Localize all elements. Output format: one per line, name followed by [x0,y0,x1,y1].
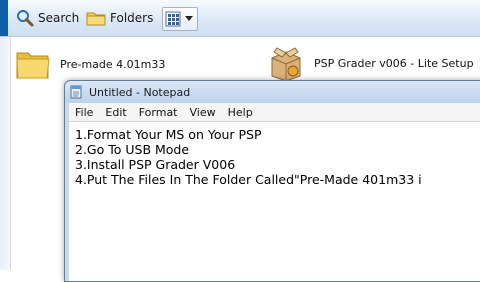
notepad-titlebar[interactable]: Untitled - Notepad [65,81,480,103]
file-item-premade-folder[interactable]: Pre-made 4.01m33 [16,48,165,80]
folders-button[interactable]: Folders [86,7,153,29]
menu-format[interactable]: Format [133,106,184,119]
window-title: Untitled - Notepad [89,85,191,99]
menu-help[interactable]: Help [222,106,259,119]
text-line: 4.Put The Files In The Folder Called"Pre… [75,172,422,187]
folders-label: Folders [110,11,154,25]
menu-view[interactable]: View [184,106,222,119]
file-name: Pre-made 4.01m33 [60,57,166,71]
chevron-down-icon [185,16,193,21]
menu-file[interactable]: File [69,106,99,119]
notepad-icon [70,85,82,99]
text-line: 3.Install PSP Grader V006 [75,157,236,172]
search-label: Search [38,11,80,25]
file-name: PSP Grader v006 - Lite Setup [314,56,474,70]
explorer-toolbar: Search Folders [0,0,480,37]
installer-icon [271,47,301,82]
notepad-text-area[interactable]: 1.Format Your MS on Your PSP 2.Go To USB … [69,122,480,281]
file-item-setup[interactable]: PSP Grader v006 - Lite Setup [268,44,474,82]
navigation-pane [0,37,11,270]
folder-icon [16,52,50,79]
search-icon [17,10,34,27]
views-button[interactable] [162,7,198,31]
notepad-menubar: File Edit Format View Help [69,103,480,122]
notepad-window: Untitled - Notepad File Edit Format View… [64,80,480,282]
toolbar-edge [0,0,8,36]
folder-icon [86,12,106,26]
text-line: 2.Go To USB Mode [75,142,190,157]
text-line: 1.Format Your MS on Your PSP [75,127,262,142]
search-button[interactable]: Search [16,7,79,29]
menu-edit[interactable]: Edit [99,106,132,119]
views-icon [165,11,181,27]
